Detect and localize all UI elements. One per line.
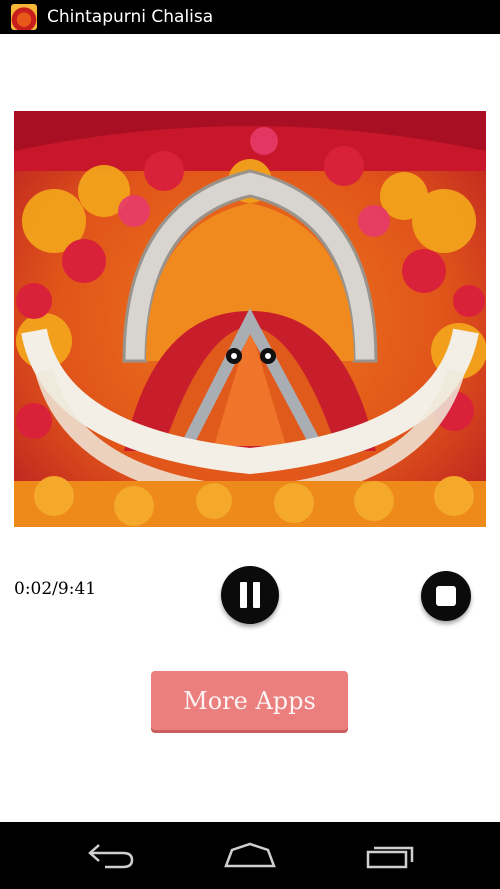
pause-button[interactable] [221,566,279,624]
playback-time: 0:02/9:41 [14,579,97,599]
back-icon [88,844,134,869]
recent-apps-button[interactable] [364,840,420,874]
app-title: Chintapurni Chalisa [47,7,214,27]
title-bar: Chintapurni Chalisa [0,0,500,34]
home-button[interactable] [222,840,278,874]
deity-image [14,111,486,527]
recent-apps-icon [366,846,414,869]
pause-icon-bar [253,582,260,608]
stop-button[interactable] [421,571,471,621]
system-navigation-bar [0,822,500,889]
pause-icon [240,582,247,608]
stop-icon [436,586,456,606]
home-icon [224,842,276,868]
back-button[interactable] [85,840,137,874]
more-apps-button[interactable]: More Apps [151,671,348,730]
app-icon [11,4,37,30]
